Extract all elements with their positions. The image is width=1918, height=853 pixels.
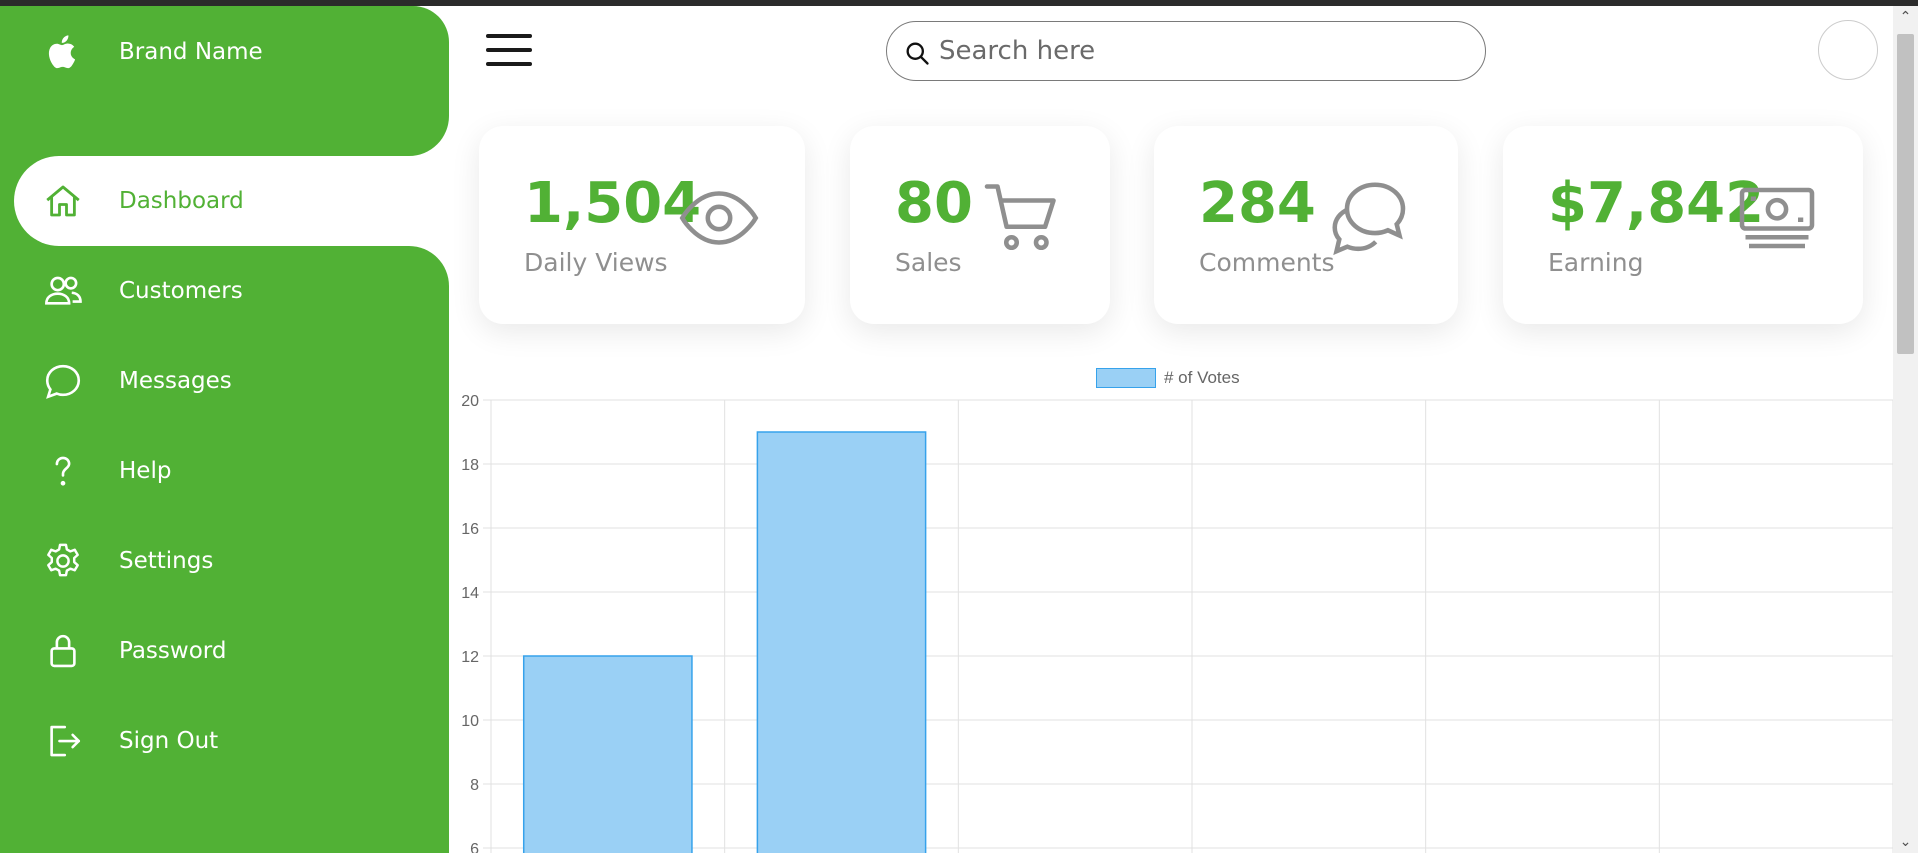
sidebar-item-customers[interactable]: Customers: [14, 246, 449, 336]
cart-icon: [980, 176, 1064, 260]
brand-name: Brand Name: [119, 39, 263, 65]
page-scrollbar[interactable]: ⌃ ⌄: [1893, 6, 1918, 853]
sidebar-item-settings[interactable]: Settings: [14, 516, 449, 606]
y-tick-label: 14: [461, 585, 479, 602]
log-out-icon: [34, 712, 92, 770]
search-icon[interactable]: [903, 39, 931, 67]
stat-card-sales: 80 Sales: [850, 126, 1110, 324]
y-tick-label: 6: [470, 841, 479, 853]
sidebar-item-dashboard[interactable]: Dashboard: [14, 156, 449, 246]
stat-card-comments: 284 Comments: [1154, 126, 1458, 324]
sidebar-item-label: Dashboard: [119, 188, 244, 214]
stat-card-earning: $7,842 Earning: [1503, 126, 1863, 324]
search-bar: [886, 21, 1486, 81]
hamburger-line: [486, 48, 532, 52]
y-tick-label: 12: [461, 649, 479, 666]
home-icon: [34, 172, 92, 230]
scroll-up-arrow[interactable]: ⌃: [1893, 6, 1918, 28]
question-icon: [34, 442, 92, 500]
hamburger-line: [486, 62, 532, 66]
sidebar-item-label: Sign Out: [119, 728, 219, 754]
card-label: Daily Views: [524, 248, 668, 277]
y-tick-label: 18: [461, 457, 479, 474]
sidebar-item-label: Help: [119, 458, 172, 484]
gear-icon: [34, 532, 92, 590]
people-icon: [34, 262, 92, 320]
hamburger-line: [486, 34, 532, 38]
card-value: 1,504: [524, 171, 702, 236]
y-tick-label: 16: [461, 521, 479, 538]
apple-icon: [34, 23, 92, 81]
card-value: $7,842: [1548, 171, 1765, 236]
chat-bubbles-icon: [1326, 176, 1410, 260]
scroll-down-arrow[interactable]: ⌄: [1893, 831, 1918, 853]
card-label: Earning: [1548, 248, 1644, 277]
card-label: Sales: [895, 248, 962, 277]
active-curve-top: [409, 116, 449, 156]
menu-toggle-button[interactable]: [486, 34, 532, 66]
sidebar-item-help[interactable]: Help: [14, 426, 449, 516]
sidebar-item-label: Password: [119, 638, 227, 664]
avatar[interactable]: [1818, 20, 1878, 80]
cash-icon: [1735, 176, 1819, 260]
lock-icon: [34, 622, 92, 680]
brand-link[interactable]: Brand Name: [14, 7, 449, 97]
stat-card-daily-views: 1,504 Daily Views: [479, 126, 805, 324]
sidebar-item-messages[interactable]: Messages: [14, 336, 449, 426]
chat-bubble-icon: [34, 352, 92, 410]
search-input[interactable]: [939, 32, 1459, 70]
chart-bar: [522, 655, 693, 853]
card-value: 284: [1199, 171, 1316, 236]
card-value: 80: [895, 171, 973, 236]
votes-bar-chart: 20 18 16 14 12 10 8 6: [461, 393, 1893, 853]
chart-bar: [756, 431, 927, 853]
sidebar-item-label: Customers: [119, 278, 243, 304]
card-label: Comments: [1199, 248, 1335, 277]
sidebar-item-password[interactable]: Password: [14, 606, 449, 696]
scroll-thumb[interactable]: [1897, 34, 1914, 354]
sidebar-item-label: Settings: [119, 548, 214, 574]
y-tick-label: 20: [461, 393, 479, 410]
y-tick-label: 10: [461, 713, 479, 730]
eye-icon: [677, 176, 761, 260]
y-tick-label: 8: [470, 777, 479, 794]
sidebar-item-sign-out[interactable]: Sign Out: [14, 696, 449, 786]
sidebar-item-label: Messages: [119, 368, 232, 394]
